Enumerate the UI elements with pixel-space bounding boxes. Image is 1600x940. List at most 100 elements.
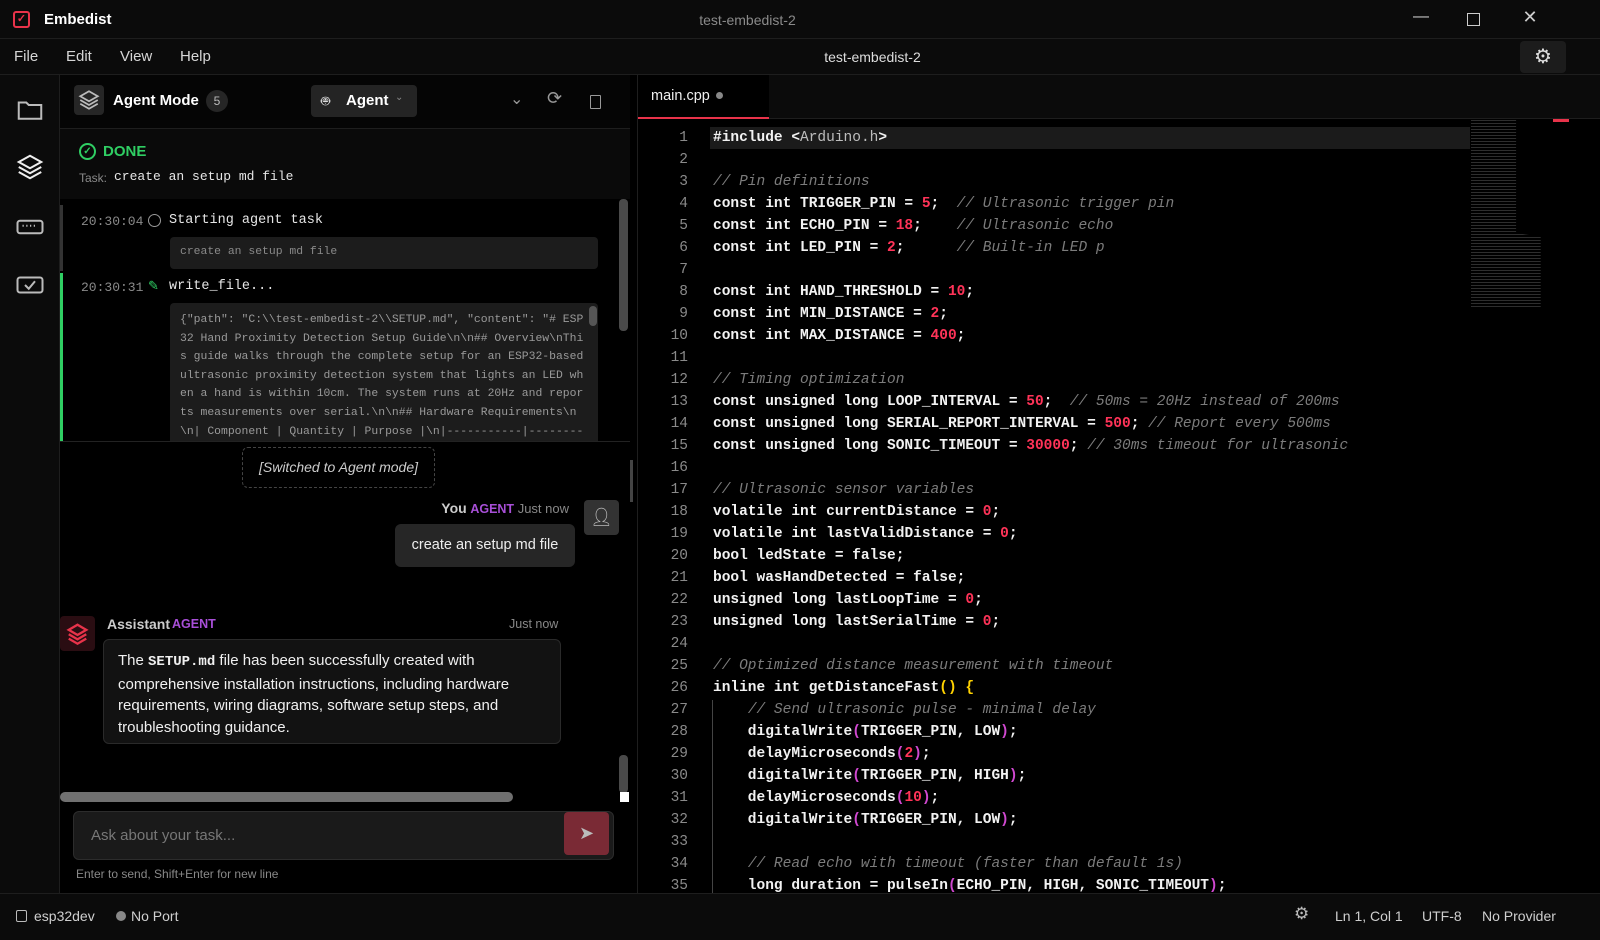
log-title: Starting agent task [169, 213, 323, 228]
code-token: // 30ms timeout for ultrasonic [1087, 438, 1348, 454]
log-detail-scrollbar[interactable] [589, 306, 597, 326]
panel-resize-handle[interactable] [630, 460, 633, 502]
board-selector[interactable]: esp32dev [34, 908, 95, 924]
code-token: LED_PIN = [800, 240, 887, 256]
code-token: ; [1044, 394, 1070, 410]
code-token: ECHO_PIN, HIGH, SONIC_TIMEOUT [957, 878, 1209, 893]
code-text: #include <Arduino.h> [713, 127, 887, 149]
line-number: 26 [638, 677, 688, 699]
code-token: ) [913, 746, 922, 762]
code-token: // Pin definitions [713, 174, 870, 190]
settings-button[interactable]: ⚙ [1520, 41, 1566, 73]
line-number: 23 [638, 611, 688, 633]
code-token: // Send ultrasonic pulse - minimal delay [748, 702, 1096, 718]
code-token: 0 [965, 592, 974, 608]
collapse-button[interactable]: ⌄ [510, 89, 523, 109]
minimize-button[interactable]: — [1410, 8, 1432, 30]
agent-select[interactable]: 🤖︎ Agent ⌄ [311, 85, 417, 117]
menu-edit[interactable]: Edit [66, 48, 92, 65]
code-token: digitalWrite [713, 768, 852, 784]
chat-horizontal-scrollbar[interactable] [60, 792, 513, 802]
encoding[interactable]: UTF-8 [1422, 908, 1462, 924]
code-text: // Ultrasonic sensor variables [713, 479, 974, 501]
code-token: ; [991, 504, 1000, 520]
layers-icon [15, 152, 45, 182]
code-token: Arduino.h [800, 130, 878, 146]
line-number: 3 [638, 171, 688, 193]
provider[interactable]: No Provider [1482, 908, 1556, 924]
refresh-button[interactable]: ⟳ [547, 88, 562, 109]
line-number: 32 [638, 809, 688, 831]
code-token: ECHO_PIN = [800, 218, 896, 234]
line-number: 6 [638, 237, 688, 259]
minimap[interactable] [1471, 119, 1553, 309]
chat-scrollbar[interactable] [619, 755, 628, 793]
status-settings-button[interactable]: ⚙ [1294, 904, 1309, 924]
code-token: ; [1009, 724, 1018, 740]
tab-label: main.cpp [651, 88, 710, 104]
log-scrollbar[interactable] [619, 199, 628, 331]
line-number: 21 [638, 567, 688, 589]
code-text: // Send ultrasonic pulse - minimal delay [713, 699, 1096, 721]
chat-input-placeholder: Ask about your task... [91, 827, 235, 844]
code-token: TRIGGER_PIN, HIGH [861, 768, 1009, 784]
code-area[interactable]: 1#include <Arduino.h>23// Pin definition… [638, 127, 1468, 893]
line-number: 12 [638, 369, 688, 391]
port-selector[interactable]: No Port [131, 908, 178, 924]
chat-input[interactable]: Ask about your task... [73, 811, 614, 860]
send-icon: ➤ [579, 823, 594, 843]
tasks-button[interactable] [15, 270, 45, 300]
code-token [713, 856, 748, 872]
menu-file[interactable]: File [14, 48, 38, 65]
code-token: ; [896, 240, 957, 256]
code-token: // Ultrasonic sensor variables [713, 482, 974, 498]
maximize-button[interactable] [1467, 13, 1480, 26]
code-token: ; [913, 218, 957, 234]
window-title: test-embedist-2 [0, 12, 1495, 28]
code-token: false [913, 570, 957, 586]
tab-main-cpp[interactable]: main.cpp [638, 75, 769, 119]
code-token: // Ultrasonic echo [957, 218, 1114, 234]
line-number: 29 [638, 743, 688, 765]
explorer-button[interactable] [15, 95, 45, 125]
log-title: write_file... [169, 279, 274, 294]
project-title: test-embedist-2 [760, 49, 985, 65]
menu-view[interactable]: View [120, 48, 152, 65]
log-bar-active [60, 273, 63, 442]
agent-button[interactable] [15, 152, 45, 182]
code-text: const int MIN_DISTANCE = 2; [713, 303, 948, 325]
code-token: 400 [931, 328, 957, 344]
code-token: const int [713, 328, 800, 344]
code-token: 2 [931, 306, 940, 322]
check-circle-icon: ✓ [79, 143, 96, 160]
code-text: // Pin definitions [713, 171, 870, 193]
code-token: ; [922, 746, 931, 762]
cursor-position[interactable]: Ln 1, Col 1 [1335, 908, 1403, 924]
code-token: // Report every 500ms [1148, 416, 1331, 432]
code-token: digitalWrite [713, 724, 852, 740]
menu-help[interactable]: Help [180, 48, 211, 65]
clear-button[interactable] [590, 95, 601, 109]
code-token: lastValidDistance = [826, 526, 1000, 542]
line-number: 22 [638, 589, 688, 611]
log-detail: {"path": "C:\\test-embedist-2\\SETUP.md"… [170, 303, 598, 442]
code-text: bool wasHandDetected = false; [713, 567, 965, 589]
code-token: bool [713, 570, 757, 586]
gear-icon: ⚙ [1294, 904, 1309, 923]
code-text: const unsigned long LOOP_INTERVAL = 50; … [713, 391, 1340, 413]
agent-panel: Agent Mode 5 🤖︎ Agent ⌄ ⌄ ⟳ ✓ DONE Task:… [60, 75, 630, 893]
user-message-time: Just now [518, 501, 569, 516]
code-token: 5 [922, 196, 931, 212]
code-token: ; [991, 614, 1000, 630]
close-button[interactable]: ✕ [1519, 7, 1541, 29]
code-token: LOOP_INTERVAL = [887, 394, 1026, 410]
serial-monitor-button[interactable] [15, 212, 45, 242]
line-number: 15 [638, 435, 688, 457]
code-token: SERIAL_REPORT_INTERVAL = [887, 416, 1105, 432]
line-number: 11 [638, 347, 688, 369]
line-number: 28 [638, 721, 688, 743]
line-number: 34 [638, 853, 688, 875]
send-button[interactable]: ➤ [564, 812, 609, 855]
assistant-mode-tag: AGENT [172, 617, 216, 631]
assistant-avatar [60, 616, 95, 651]
